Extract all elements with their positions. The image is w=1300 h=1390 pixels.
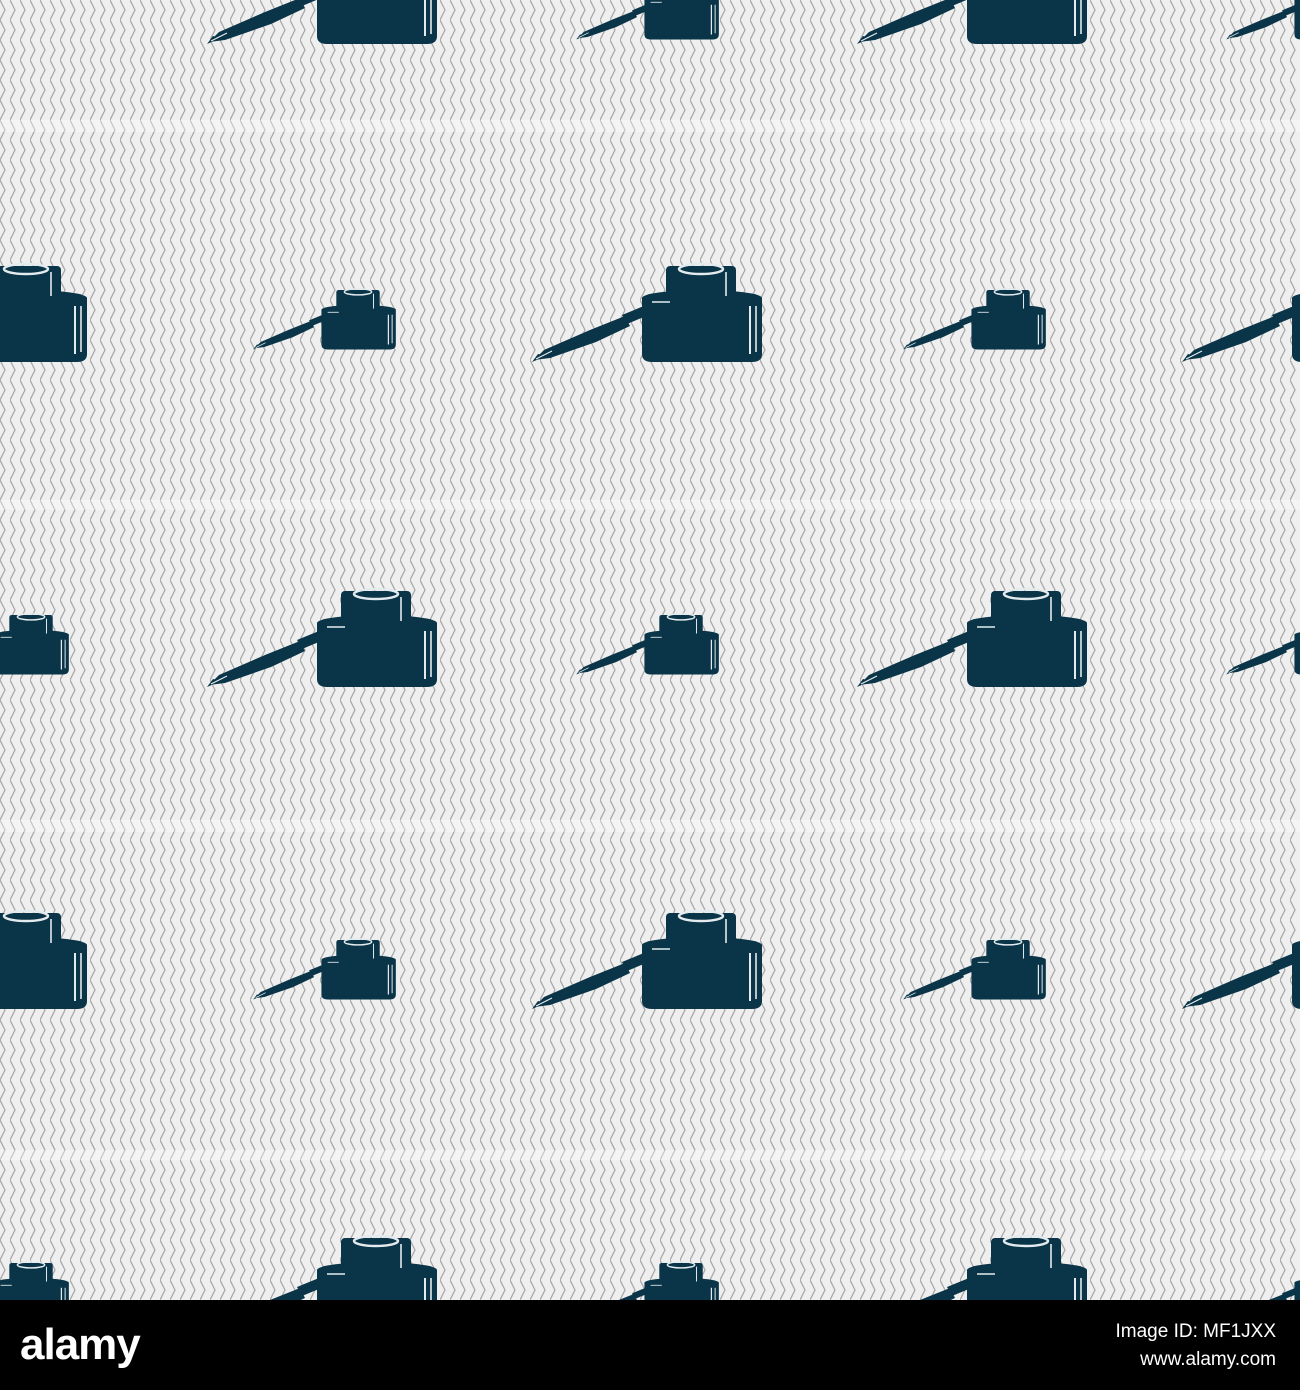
- seamless-pattern: [0, 0, 1300, 1300]
- brand-logo: alamy: [20, 1320, 141, 1369]
- pattern-canvas: [0, 0, 1300, 1300]
- site-url-label: www.alamy.com: [1140, 1349, 1276, 1370]
- image-id-label: Image ID: MF1JXX: [1115, 1321, 1277, 1342]
- stock-footer: alamy Image ID: MF1JXX www.alamy.com: [0, 1300, 1300, 1390]
